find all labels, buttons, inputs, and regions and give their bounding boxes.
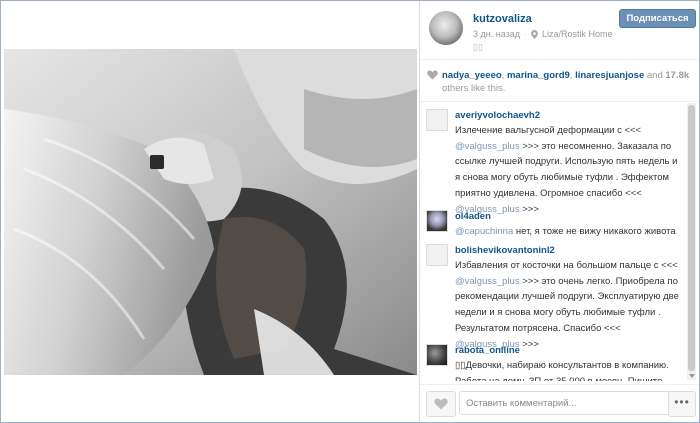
author-avatar[interactable] [429, 11, 463, 45]
likes-and: and [646, 70, 663, 81]
like-button[interactable] [426, 391, 456, 417]
comment-item: bolishevikovantoninl2 Избавления от кост… [420, 241, 686, 350]
comment-text: Излечение вальгусной деформации с <<< @v… [455, 123, 683, 217]
comment-avatar[interactable] [426, 244, 448, 266]
follow-button[interactable]: Подписаться [619, 9, 696, 28]
comment-text-part: Излечение вальгусной деформации с <<< [455, 125, 642, 136]
comment-item: averiyvolochaevh2 Излечение вальгусной д… [420, 106, 686, 215]
comment-username[interactable]: bolishevikovantoninl2 [455, 245, 555, 256]
comment-username[interactable]: averiyvolochaevh2 [455, 110, 540, 121]
post-location[interactable]: Liza/Rostik Home [542, 29, 613, 39]
comment-text-part: нет, я тоже не вижу никакого живота [513, 226, 676, 237]
comment-username[interactable]: ol4aden [455, 211, 491, 222]
comment-text: ▯▯Девочки, набираю консультантов в компа… [455, 358, 683, 381]
likes-summary: nadya_yeeeo, marina_gord9, linaresjuanjo… [420, 61, 699, 102]
more-options-button[interactable]: ••• [668, 391, 696, 417]
comment-avatar[interactable] [426, 109, 448, 131]
liker-1[interactable]: nadya_yeeeo [442, 70, 502, 81]
author-username[interactable]: kutzovaliza [473, 13, 532, 25]
comment-text-part: ▯▯Девочки, набираю консультантов в компа… [455, 360, 669, 381]
photo-illustration [4, 49, 417, 375]
scroll-down-arrow-icon[interactable] [689, 374, 695, 378]
comment-mention[interactable]: @capuchinna [455, 226, 513, 237]
comment-item: rabota_onlline ▯▯Девочки, набираю консул… [420, 341, 686, 381]
likes-count[interactable]: 17.8k [665, 70, 689, 81]
post-sidebar: kutzovaliza 3 дн. назад · Liza/Rostik Ho… [419, 1, 699, 422]
scrollbar-thumb[interactable] [688, 105, 695, 371]
liker-2[interactable]: marina_gord9 [507, 70, 570, 81]
post-window: kutzovaliza 3 дн. назад · Liza/Rostik Ho… [0, 0, 700, 423]
likes-suffix: others like this. [442, 83, 506, 94]
photo-area [1, 1, 418, 422]
comments-scrollbar[interactable] [687, 103, 696, 380]
heart-outline-icon [434, 398, 448, 410]
heart-icon [427, 70, 438, 80]
comment-avatar[interactable] [426, 344, 448, 366]
comment-avatar[interactable] [426, 210, 448, 232]
comment-mention[interactable]: @valguss_plus [455, 141, 520, 152]
liker-3[interactable]: linaresjuanjose [575, 70, 644, 81]
post-time[interactable]: 3 дн. назад [473, 29, 520, 39]
location-pin-icon [531, 29, 538, 39]
comment-input[interactable] [459, 391, 671, 415]
comment-text-part: Избавления от косточки на большом пальце… [455, 260, 678, 271]
comment-mention[interactable]: @valguss_plus [455, 276, 520, 287]
comment-username[interactable]: rabota_onlline [455, 345, 520, 356]
likes-text: nadya_yeeeo, marina_gord9, linaresjuanjo… [442, 70, 690, 94]
comment-list: averiyvolochaevh2 Излечение вальгусной д… [420, 103, 686, 381]
post-header: kutzovaliza 3 дн. назад · Liza/Rostik Ho… [420, 1, 699, 60]
comment-text: Избавления от косточки на большом пальце… [455, 258, 683, 352]
post-caption: ▯▯ [473, 42, 483, 52]
meta-separator: · [524, 29, 527, 39]
post-photo[interactable] [4, 49, 417, 375]
comment-text: @capuchinna нет, я тоже не вижу никакого… [455, 224, 683, 240]
post-meta: 3 дн. назад · Liza/Rostik Home [473, 29, 613, 39]
comment-item: ol4aden @capuchinna нет, я тоже не вижу … [420, 207, 686, 241]
comment-footer: ••• [420, 384, 699, 422]
